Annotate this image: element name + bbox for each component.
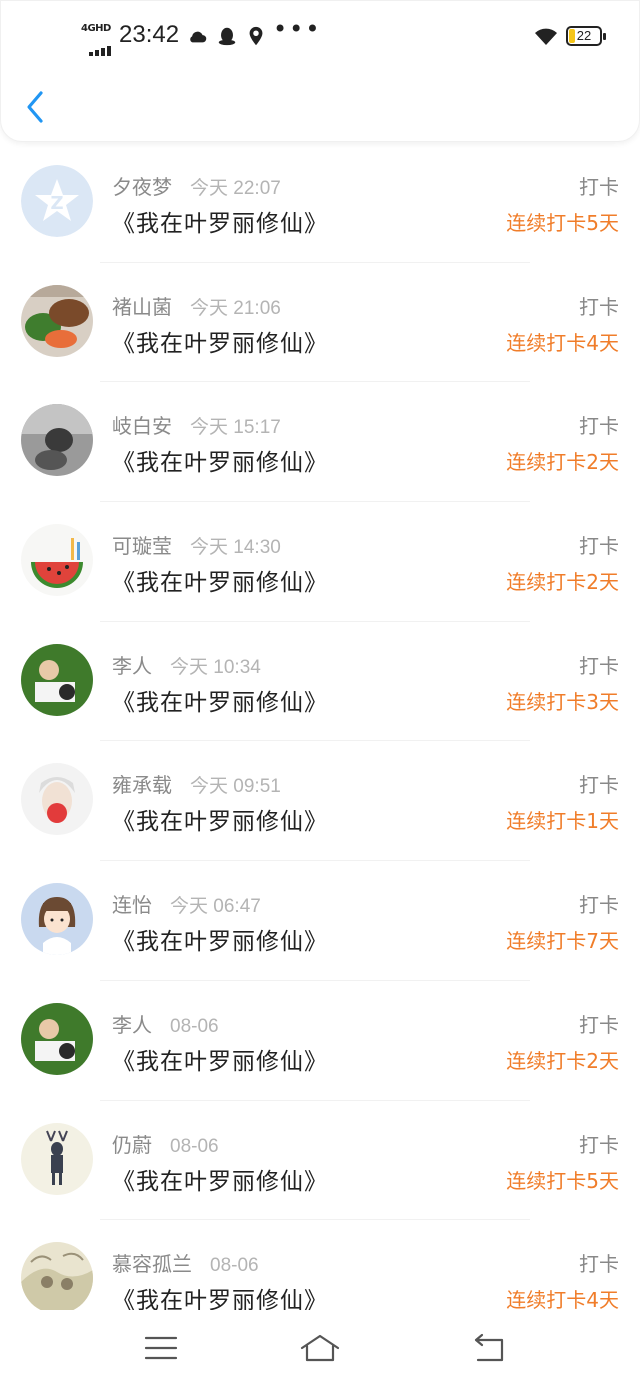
checkin-tag: 打卡 — [579, 414, 619, 439]
checkin-time: 今天 09:51 — [190, 776, 281, 798]
watermelon-avatar[interactable] — [21, 524, 93, 597]
checkin-time: 今天 14:30 — [190, 537, 281, 559]
list-item[interactable]: Z 夕夜梦 今天 22:07 《我在叶罗丽修仙》 打卡 连续打卡5天 — [0, 143, 640, 263]
cartoon-girl-avatar[interactable] — [21, 883, 93, 956]
list-item[interactable]: 仍蔚 08-06 《我在叶罗丽修仙》 打卡 连续打卡5天 — [0, 1101, 640, 1221]
streak-days: 连续打卡2天 — [506, 1048, 619, 1073]
user-name[interactable]: 李人 今天 10:34 — [112, 650, 261, 679]
wifi-icon — [535, 28, 557, 45]
streak-days: 连续打卡5天 — [506, 211, 619, 235]
menu-icon[interactable] — [141, 1330, 181, 1366]
food-avatar[interactable] — [21, 284, 93, 357]
checkin-tag: 打卡 — [579, 1132, 619, 1157]
checkin-time: 08-06 — [210, 1255, 259, 1277]
checkin-tag: 打卡 — [579, 175, 619, 199]
checkin-tag: 打卡 — [579, 1252, 619, 1277]
battery-level: 22 — [576, 28, 592, 43]
sketch-avatar[interactable] — [21, 1242, 93, 1315]
clock: 23:42 — [119, 21, 180, 48]
streak-days: 连续打卡7天 — [506, 929, 619, 954]
user-name[interactable]: 可璇莹 今天 14:30 — [112, 530, 281, 559]
back-arrow-icon[interactable] — [23, 89, 47, 125]
home-icon[interactable] — [300, 1330, 340, 1366]
streak-days: 连续打卡4天 — [506, 1288, 619, 1313]
checkin-tag: 打卡 — [579, 773, 619, 798]
grass-people-avatar[interactable] — [21, 643, 93, 716]
checkin-tag: 打卡 — [579, 1012, 619, 1037]
qzone-default-avatar[interactable]: Z — [21, 165, 93, 237]
grayscale-photo-avatar[interactable] — [21, 404, 93, 477]
checkin-tag: 打卡 — [579, 534, 619, 559]
checkin-time: 08-06 — [170, 1135, 219, 1157]
battery-icon: 22 — [566, 26, 606, 46]
book-title[interactable]: 《我在叶罗丽修仙》 — [112, 563, 328, 597]
cloud-icon — [190, 31, 207, 43]
checkin-time: 今天 21:06 — [190, 297, 281, 319]
book-title[interactable]: 《我在叶罗丽修仙》 — [112, 204, 328, 238]
checkin-list: Z 夕夜梦 今天 22:07 《我在叶罗丽修仙》 打卡 连续打卡5天 褚山菌 今天 … — [0, 143, 640, 1340]
list-item[interactable]: 李人 今天 10:34 《我在叶罗丽修仙》 打卡 连续打卡3天 — [0, 622, 640, 742]
list-item[interactable]: 可璇莹 今天 14:30 《我在叶罗丽修仙》 打卡 连续打卡2天 — [0, 502, 640, 622]
list-item[interactable]: 李人 08-06 《我在叶罗丽修仙》 打卡 连续打卡2天 — [0, 981, 640, 1101]
more-notifications-icon: ••• — [273, 15, 322, 43]
list-item[interactable]: 褚山菌 今天 21:06 《我在叶罗丽修仙》 打卡 连续打卡4天 — [0, 263, 640, 383]
location-pin-icon — [249, 26, 263, 46]
user-name[interactable]: 连怡 今天 06:47 — [112, 889, 261, 918]
deer-avatar[interactable] — [21, 1122, 93, 1195]
svg-text:Z: Z — [50, 193, 63, 214]
grass-people-avatar[interactable] — [21, 1002, 93, 1075]
streak-days: 连续打卡5天 — [506, 1168, 619, 1193]
user-name[interactable]: 仍蔚 08-06 — [112, 1129, 219, 1158]
list-item[interactable]: 连怡 今天 06:47 《我在叶罗丽修仙》 打卡 连续打卡7天 — [0, 861, 640, 981]
book-title[interactable]: 《我在叶罗丽修仙》 — [112, 922, 328, 956]
checkin-time: 今天 06:47 — [170, 896, 261, 918]
checkin-tag: 打卡 — [579, 893, 619, 918]
book-title[interactable]: 《我在叶罗丽修仙》 — [112, 683, 328, 717]
book-title[interactable]: 《我在叶罗丽修仙》 — [112, 1162, 328, 1196]
list-item[interactable]: 岐白安 今天 15:17 《我在叶罗丽修仙》 打卡 连续打卡2天 — [0, 382, 640, 503]
streak-days: 连续打卡2天 — [506, 450, 619, 475]
checkin-time: 今天 15:17 — [190, 417, 281, 439]
list-item[interactable]: 雍承载 今天 09:51 《我在叶罗丽修仙》 打卡 连续打卡1天 — [0, 741, 640, 862]
book-title[interactable]: 《我在叶罗丽修仙》 — [112, 1042, 328, 1076]
book-title[interactable]: 《我在叶罗丽修仙》 — [112, 324, 328, 358]
checkin-time: 今天 10:34 — [170, 656, 261, 678]
user-name[interactable]: 李人 08-06 — [112, 1009, 219, 1038]
book-title[interactable]: 《我在叶罗丽修仙》 — [112, 802, 328, 836]
top-bar: 4GHD 23:42 ••• 22 — [0, 0, 640, 142]
user-name[interactable]: 岐白安 今天 15:17 — [112, 410, 281, 439]
user-name[interactable]: 雍承载 今天 09:51 — [112, 769, 281, 798]
status-bar: 4GHD 23:42 ••• 22 — [1, 15, 640, 59]
user-name[interactable]: 夕夜梦 今天 22:07 — [112, 171, 281, 200]
checkin-tag: 打卡 — [579, 653, 619, 678]
qq-penguin-icon — [218, 27, 236, 46]
checkin-time: 08-06 — [170, 1015, 219, 1037]
streak-days: 连续打卡2天 — [506, 570, 619, 595]
streak-days: 连续打卡1天 — [506, 809, 619, 834]
streak-days: 连续打卡3天 — [506, 689, 619, 714]
signal-icon: 4GHD — [81, 23, 115, 56]
streak-days: 连续打卡4天 — [506, 330, 619, 355]
user-name[interactable]: 褚山菌 今天 21:06 — [112, 291, 281, 320]
system-nav-bar — [0, 1310, 640, 1387]
checkin-tag: 打卡 — [579, 294, 619, 319]
book-title[interactable]: 《我在叶罗丽修仙》 — [112, 443, 328, 477]
network-type: 4GHD — [81, 23, 111, 34]
white-hair-avatar[interactable] — [21, 763, 93, 836]
back-nav-icon[interactable] — [468, 1330, 508, 1366]
user-name[interactable]: 慕容孤兰 08-06 — [112, 1248, 259, 1277]
checkin-time: 今天 22:07 — [190, 178, 281, 199]
